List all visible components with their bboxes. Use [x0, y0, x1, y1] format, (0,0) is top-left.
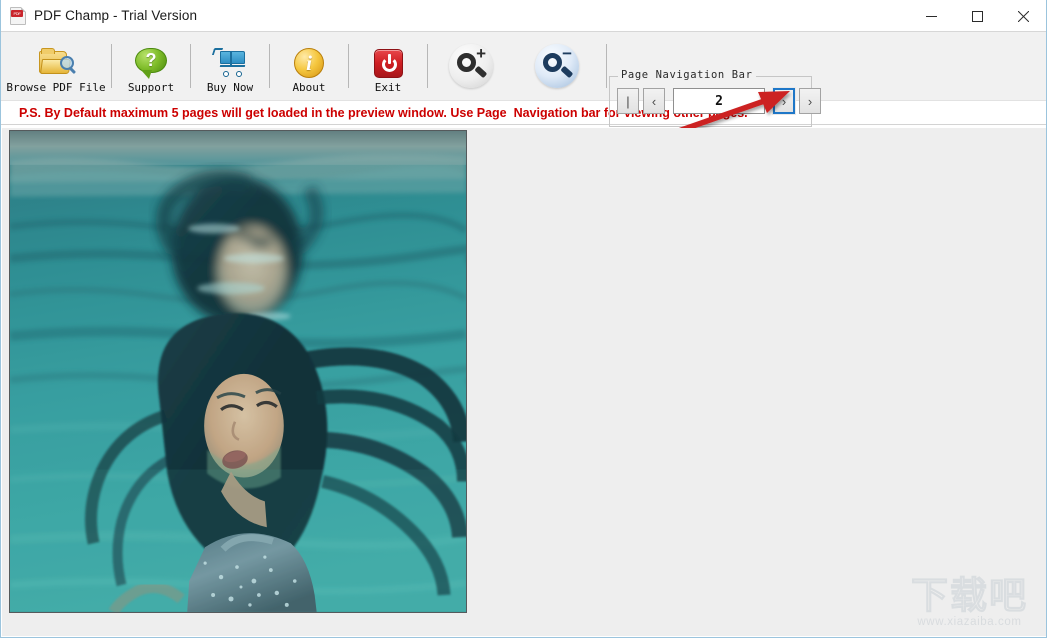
notice-bar: P.S. By Default maximum 5 pages will get…	[1, 101, 1046, 125]
speech-bubble-question-icon: ?	[135, 45, 167, 81]
buy-now-button[interactable]: Buy Now	[191, 35, 269, 97]
toolbar: Browse PDF File ? Support Buy Now i Abou…	[1, 32, 1046, 127]
last-page-button[interactable]: ›	[799, 88, 821, 114]
pdf-icon-badge-label: PDF	[13, 10, 21, 16]
exit-label: Exit	[374, 81, 402, 94]
page-navigation-legend: Page Navigation Bar	[618, 69, 756, 81]
next-page-button[interactable]: ›	[772, 87, 796, 115]
window-controls	[908, 0, 1046, 32]
maximize-icon[interactable]	[954, 0, 1000, 32]
folder-search-icon	[37, 45, 75, 81]
page-navigation-bar: Page Navigation Bar | ‹ 2 › ›	[609, 69, 821, 127]
page-number-input[interactable]: 2	[673, 88, 765, 114]
pdf-preview-area[interactable]: 下载吧 www.xiazaiba.com	[2, 128, 1046, 636]
watermark-url: www.xiazaiba.com	[917, 616, 1022, 628]
magnifier-minus-icon: −	[535, 44, 579, 88]
previous-page-button[interactable]: ‹	[643, 88, 665, 114]
zoom-in-button[interactable]: +	[428, 35, 514, 97]
zoom-out-button[interactable]: −	[514, 35, 600, 97]
about-button[interactable]: i About	[270, 35, 348, 97]
about-label: About	[292, 81, 326, 94]
pdf-page-image	[9, 130, 467, 613]
browse-pdf-file-button[interactable]: Browse PDF File	[1, 35, 111, 97]
minimize-icon[interactable]	[908, 0, 954, 32]
first-page-button[interactable]: |	[617, 88, 639, 114]
underwater-photograph	[10, 131, 466, 612]
application-window: PDF PDF Champ - Trial Version Browse PDF…	[0, 0, 1047, 638]
buy-now-label: Buy Now	[206, 81, 254, 94]
watermark-text: 下载吧	[911, 574, 1028, 617]
zoom-out-sign: −	[562, 44, 572, 63]
info-circle-icon: i	[294, 45, 324, 81]
close-icon[interactable]	[1000, 0, 1046, 32]
exit-button[interactable]: Exit	[349, 35, 427, 97]
support-button[interactable]: ? Support	[112, 35, 190, 97]
support-label: Support	[127, 81, 175, 94]
browse-pdf-file-label: Browse PDF File	[6, 81, 106, 94]
power-button-icon	[373, 45, 403, 81]
magnifier-plus-icon: +	[449, 44, 493, 88]
pdf-file-icon: PDF	[10, 6, 26, 25]
zoom-in-sign: +	[476, 44, 486, 63]
title-bar: PDF PDF Champ - Trial Version	[1, 0, 1046, 32]
window-title: PDF Champ - Trial Version	[34, 8, 198, 23]
site-watermark: 下载吧 www.xiazaiba.com	[911, 574, 1028, 628]
toolbar-separator	[606, 44, 607, 88]
shopping-cart-icon	[211, 45, 248, 81]
